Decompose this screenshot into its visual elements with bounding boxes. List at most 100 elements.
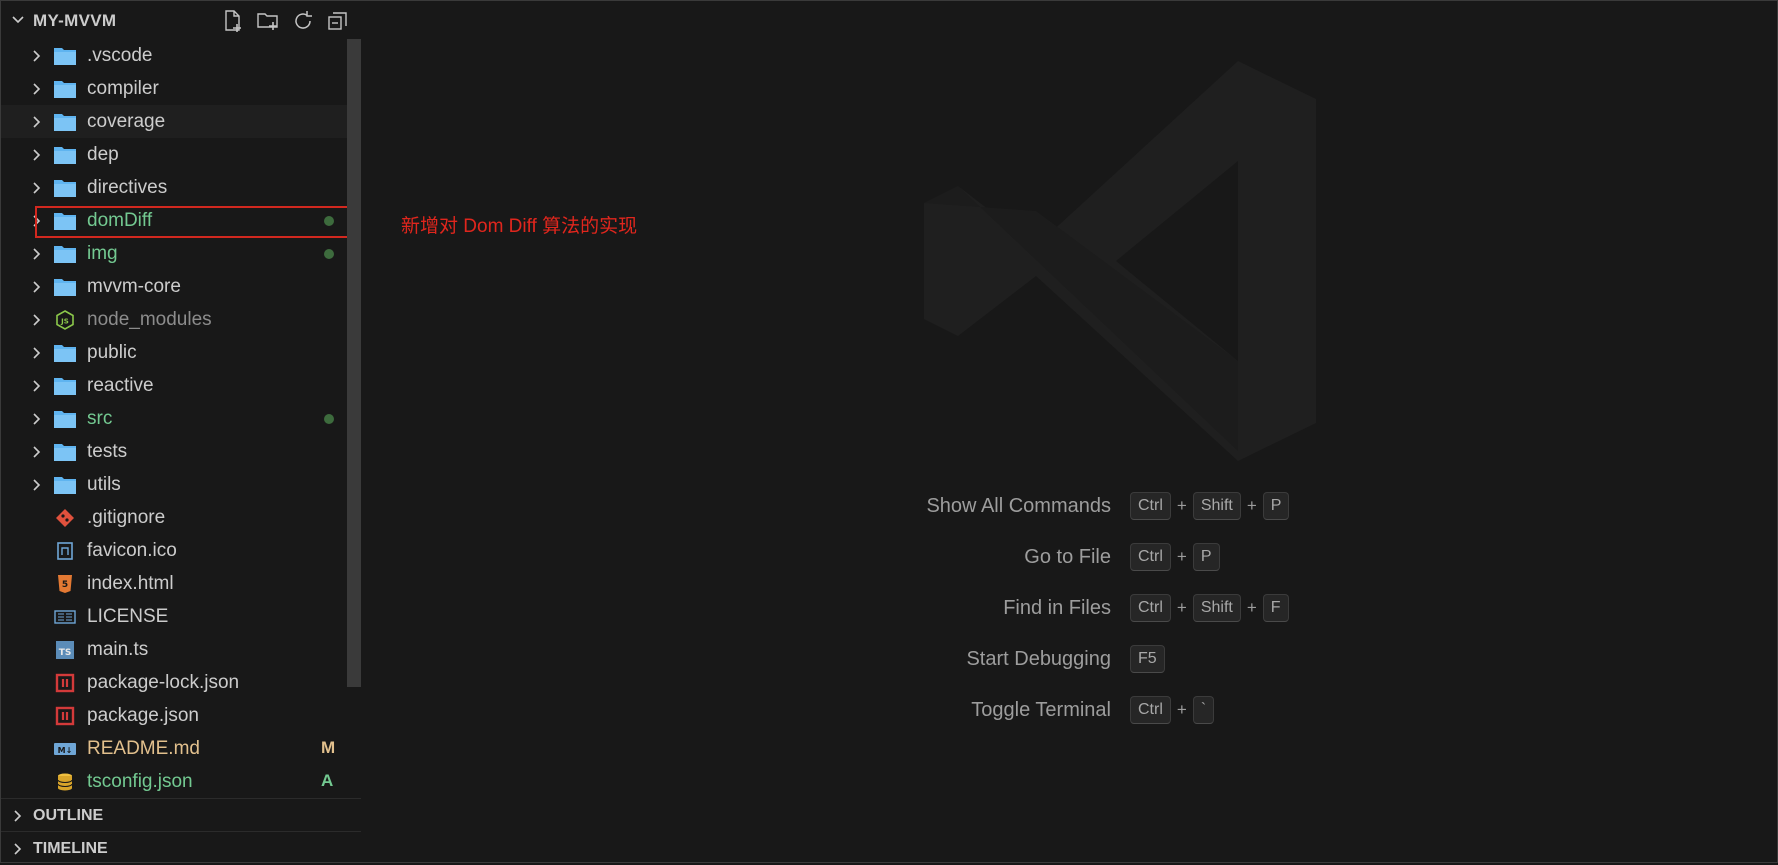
tree-item-src[interactable]: src <box>1 402 347 435</box>
tree-item-label: directives <box>87 177 168 198</box>
timeline-section[interactable]: TIMELINE <box>1 831 361 865</box>
tree-item-label: package.json <box>87 705 199 726</box>
tree-item-label: node_modules <box>87 309 212 330</box>
tree-item-license[interactable]: LICENSE <box>1 600 347 633</box>
folder-icon <box>53 475 77 495</box>
folder-icon <box>53 376 77 396</box>
chevron-right-icon[interactable] <box>31 379 43 393</box>
tree-item-label: tsconfig.json <box>87 771 193 792</box>
tree-item-dep[interactable]: dep <box>1 138 347 171</box>
file-tree: .vscode compiler coverage dep directives domD… <box>1 39 361 799</box>
shortcut-label[interactable]: Show All Commands <box>361 495 1111 518</box>
svg-text:M↓: M↓ <box>58 746 73 755</box>
folder-icon <box>53 145 77 165</box>
tree-item-package-lock-json[interactable]: package-lock.json <box>1 666 347 699</box>
tree-item-label: tests <box>87 441 128 462</box>
svg-text:TS: TS <box>59 648 72 658</box>
keycap: P <box>1192 543 1220 571</box>
chevron-right-icon[interactable] <box>31 280 43 294</box>
keycap: ` <box>1192 696 1215 724</box>
folder-icon <box>53 343 77 363</box>
tree-item-coverage[interactable]: coverage <box>1 105 347 138</box>
outline-section[interactable]: OUTLINE <box>1 798 361 832</box>
tree-item-compiler[interactable]: compiler <box>1 72 347 105</box>
shortcut-keys: F5 <box>1130 645 1165 673</box>
annotation-text: 新增对 Dom Diff 算法的实现 <box>401 216 638 237</box>
tree-item-node-modules[interactable]: JS node_modules <box>1 303 347 336</box>
folder-icon <box>53 178 77 198</box>
chevron-right-icon <box>14 810 22 822</box>
chevron-right-icon[interactable] <box>31 247 43 261</box>
chevron-right-icon[interactable] <box>31 412 43 426</box>
ts-icon: TS <box>53 640 77 660</box>
tree-item-tests[interactable]: tests <box>1 435 347 468</box>
shortcut-label[interactable]: Go to File <box>361 546 1111 569</box>
tree-item-readme-md[interactable]: M↓ README.md M <box>1 732 347 765</box>
keycap: Ctrl <box>1130 696 1171 724</box>
tree-item-mvvm-core[interactable]: mvvm-core <box>1 270 347 303</box>
tree-item-label: coverage <box>87 111 166 132</box>
svg-text:JS: JS <box>60 318 69 326</box>
tree-item-index-html[interactable]: 5 index.html <box>1 567 347 600</box>
shortcut-keys: Ctrl + ` <box>1130 696 1215 724</box>
chevron-right-icon[interactable] <box>31 346 43 360</box>
sidebar-scrollbar[interactable] <box>347 39 361 687</box>
keycap: P <box>1262 492 1290 520</box>
node-folder-icon: JS <box>53 310 77 330</box>
chevron-right-icon[interactable] <box>31 115 43 129</box>
git-status-badge: M <box>321 738 336 757</box>
tree-item-label: .gitignore <box>87 507 166 528</box>
tree-item-label: compiler <box>87 78 159 99</box>
chevron-right-icon[interactable] <box>31 82 43 96</box>
tree-item-label: public <box>87 342 137 363</box>
tree-item-gitignore[interactable]: .gitignore <box>1 501 347 534</box>
chevron-down-icon[interactable] <box>11 13 25 27</box>
chevron-right-icon[interactable] <box>31 445 43 459</box>
chevron-right-icon[interactable] <box>31 478 43 492</box>
tree-item-label: mvvm-core <box>87 276 181 297</box>
explorer-sidebar: MY-MVVM .vscode compiler coverage dep dire <box>1 1 361 862</box>
tree-item-tsconfig-json[interactable]: tsconfig.json A <box>1 765 347 798</box>
plus-separator: + <box>1176 547 1187 566</box>
tree-item-directives[interactable]: directives <box>1 171 347 204</box>
chevron-right-icon[interactable] <box>31 148 43 162</box>
shortcut-keys: Ctrl + Shift + P <box>1130 492 1290 520</box>
editor-area: 新增对 Dom Diff 算法的实现 Show All Commands Ctrl… <box>361 1 1777 862</box>
tree-item-label: index.html <box>87 573 174 594</box>
plus-separator: + <box>1246 598 1257 617</box>
chevron-right-icon[interactable] <box>31 49 43 63</box>
shortcut-label[interactable]: Start Debugging <box>361 648 1111 671</box>
keycap: Shift <box>1192 594 1241 622</box>
new-file-icon[interactable] <box>221 9 245 33</box>
collapse-all-icon[interactable] <box>326 9 350 33</box>
explorer-header[interactable]: MY-MVVM <box>1 1 361 39</box>
tree-item-utils[interactable]: utils <box>1 468 347 501</box>
tree-item-package-json[interactable]: package.json <box>1 699 347 732</box>
tree-item-vscode[interactable]: .vscode <box>1 39 347 72</box>
shortcut-label[interactable]: Find in Files <box>361 597 1111 620</box>
image-icon <box>53 541 77 561</box>
tree-item-label: README.md <box>87 738 200 759</box>
keycap: F5 <box>1130 645 1165 673</box>
tree-item-label: favicon.ico <box>87 540 177 561</box>
tree-item-label: LICENSE <box>87 606 169 627</box>
svg-text:5: 5 <box>62 580 68 590</box>
tree-item-label: src <box>87 408 113 429</box>
html-icon: 5 <box>53 574 77 594</box>
license-icon <box>53 607 77 627</box>
tree-item-public[interactable]: public <box>1 336 347 369</box>
chevron-right-icon[interactable] <box>31 181 43 195</box>
tree-item-main-ts[interactable]: TS main.ts <box>1 633 347 666</box>
folder-icon <box>53 277 77 297</box>
chevron-right-icon[interactable] <box>31 313 43 327</box>
git-change-dot <box>324 414 334 424</box>
tree-item-reactive[interactable]: reactive <box>1 369 347 402</box>
tree-item-img[interactable]: img <box>1 237 347 270</box>
outline-label: OUTLINE <box>33 807 104 824</box>
plus-separator: + <box>1176 496 1187 515</box>
refresh-icon[interactable] <box>291 9 315 33</box>
tree-item-favicon-ico[interactable]: favicon.ico <box>1 534 347 567</box>
new-folder-icon[interactable] <box>256 9 280 33</box>
keycap: F <box>1262 594 1289 622</box>
shortcut-label[interactable]: Toggle Terminal <box>361 699 1111 722</box>
